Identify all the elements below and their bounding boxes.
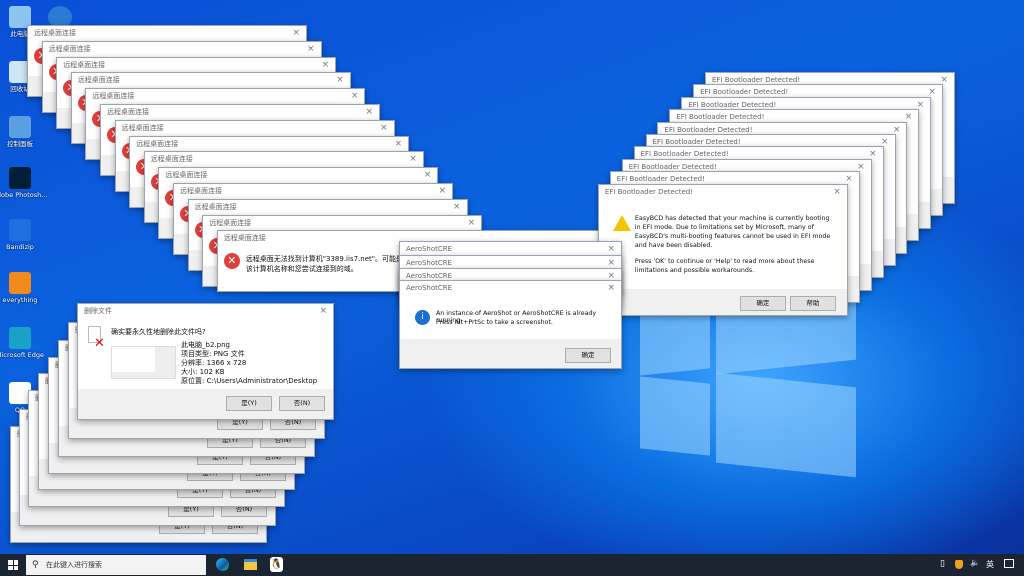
photoshop-icon bbox=[9, 167, 31, 189]
close-icon[interactable]: × bbox=[336, 73, 344, 88]
error-message: 远程桌面无法找到计算机"3389.iis7.net"。可能是"338 bbox=[245, 255, 420, 264]
taskbar-file-explorer-icon[interactable] bbox=[244, 559, 257, 570]
efi-dialog[interactable]: EFI Bootloader Detected! × EasyBCD has det… bbox=[597, 183, 848, 316]
window-title: 远程桌面连接 bbox=[194, 202, 237, 211]
error-icon: ✕ bbox=[223, 253, 240, 270]
file-thumbnail bbox=[111, 346, 176, 379]
close-icon[interactable]: × bbox=[438, 184, 446, 199]
window-title: 远程桌面连接 bbox=[121, 123, 164, 132]
efi-message: Press 'OK' to continue or 'Help' to read… bbox=[634, 257, 815, 274]
tray-volume-icon[interactable]: 🔈 bbox=[970, 558, 980, 567]
tray-ime-indicator[interactable]: 英 bbox=[986, 559, 994, 570]
desktop-icon-label: Microsoft Edge bbox=[0, 351, 44, 359]
desktop-icon[interactable]: Adobe Photosh... bbox=[0, 167, 48, 199]
everything-icon bbox=[9, 272, 31, 294]
desktop-icon-label: Adobe Photosh... bbox=[0, 191, 48, 199]
search-placeholder: 在此键入进行搜索 bbox=[46, 561, 102, 569]
windows-logo-light bbox=[716, 372, 856, 478]
window-title: 远程桌面连接 bbox=[209, 218, 252, 227]
close-icon[interactable]: × bbox=[453, 200, 461, 215]
delete-file-dialog[interactable]: 删除文件 × 是(Y) 否(N) ✕ 确实要永久性地删除此文件吗? 此电脑_b2.png 项目… bbox=[77, 303, 334, 420]
no-button[interactable]: 否(N) bbox=[279, 396, 325, 411]
taskbar: ⚲ 在此键入进行搜索 🐧 ▯ 🔈 英 bbox=[0, 554, 1024, 576]
window-title: EFI Bootloader Detected! bbox=[604, 187, 694, 196]
tray-security-icon[interactable] bbox=[955, 560, 963, 569]
window-title: 远程桌面连接 bbox=[77, 76, 120, 85]
aeroshot-dialog[interactable]: AeroShotCRE × i An instance of AeroShot or … bbox=[399, 280, 622, 369]
error-message: 该计算机名称和您尝试连接到的域。 bbox=[245, 265, 358, 274]
bandizip-icon bbox=[9, 219, 31, 241]
tray-battery-icon[interactable]: ▯ bbox=[940, 559, 945, 569]
desktop-icon[interactable]: Bandizip bbox=[0, 219, 48, 251]
efi-message: EasyBCD has detected that your machine i… bbox=[634, 214, 831, 249]
windows-logo-light bbox=[640, 376, 710, 456]
help-button[interactable]: 帮助 bbox=[789, 295, 836, 311]
window-title: 远程桌面连接 bbox=[165, 171, 208, 180]
search-box[interactable]: ⚲ 在此键入进行搜索 bbox=[26, 555, 206, 575]
close-icon[interactable]: × bbox=[365, 105, 373, 120]
close-icon[interactable]: × bbox=[607, 281, 615, 296]
search-icon: ⚲ bbox=[32, 560, 39, 570]
window-title: 远程桌面连接 bbox=[107, 108, 149, 116]
window-title: 远程桌面连接 bbox=[48, 44, 91, 53]
control-panel-icon bbox=[9, 116, 31, 138]
desktop-icon[interactable]: everything bbox=[0, 272, 48, 304]
ok-button[interactable]: 确定 bbox=[739, 295, 786, 311]
window-title: 远程桌面连接 bbox=[150, 155, 193, 164]
yes-button[interactable]: 是(Y) bbox=[226, 396, 272, 411]
close-icon[interactable]: × bbox=[468, 216, 476, 231]
desktop-icon-label: 控制面板 bbox=[7, 140, 33, 148]
aero-message: Press Alt+PrtSc to take a screenshot. bbox=[436, 319, 553, 326]
close-icon[interactable]: × bbox=[292, 26, 300, 41]
close-icon[interactable]: × bbox=[380, 121, 388, 136]
window-title: 远程桌面连接 bbox=[136, 139, 179, 148]
window-title: 远程桌面连接 bbox=[34, 29, 76, 37]
edge-icon bbox=[9, 327, 31, 349]
close-icon[interactable]: × bbox=[424, 168, 432, 183]
close-icon[interactable]: × bbox=[319, 304, 327, 319]
close-icon[interactable]: × bbox=[833, 185, 841, 200]
delete-question: 确实要永久性地删除此文件吗? bbox=[111, 328, 206, 336]
taskbar-qq-icon[interactable]: 🐧 bbox=[270, 557, 283, 572]
desktop-icon[interactable]: 控制面板 bbox=[0, 116, 48, 148]
taskbar-edge-icon[interactable] bbox=[216, 558, 229, 571]
ok-button[interactable]: 确定 bbox=[565, 348, 611, 363]
notification-icon[interactable] bbox=[1004, 559, 1014, 568]
window-title: AeroShotCRE bbox=[406, 284, 453, 292]
desktop-icon[interactable]: Microsoft Edge bbox=[0, 327, 48, 359]
delete-x-icon: ✕ bbox=[94, 336, 105, 351]
close-icon[interactable]: × bbox=[322, 58, 330, 73]
close-icon[interactable]: × bbox=[409, 152, 417, 167]
file-location: 原位置: C:\Users\Administrator\Desktop bbox=[181, 377, 318, 385]
window-title: 远程桌面连接 bbox=[63, 60, 106, 69]
info-icon: i bbox=[415, 310, 430, 325]
desktop-icon-label: Bandizip bbox=[6, 243, 34, 251]
close-icon[interactable]: × bbox=[395, 137, 403, 152]
desktop-icon-label: everything bbox=[2, 296, 38, 304]
window-title: 远程桌面连接 bbox=[180, 187, 222, 195]
start-button[interactable] bbox=[8, 560, 18, 570]
window-title: 删除文件 bbox=[84, 307, 112, 315]
close-icon[interactable]: × bbox=[351, 89, 359, 104]
warning-icon bbox=[612, 214, 631, 231]
window-title: 远程桌面连接 bbox=[92, 92, 135, 101]
close-icon[interactable]: × bbox=[307, 42, 315, 57]
